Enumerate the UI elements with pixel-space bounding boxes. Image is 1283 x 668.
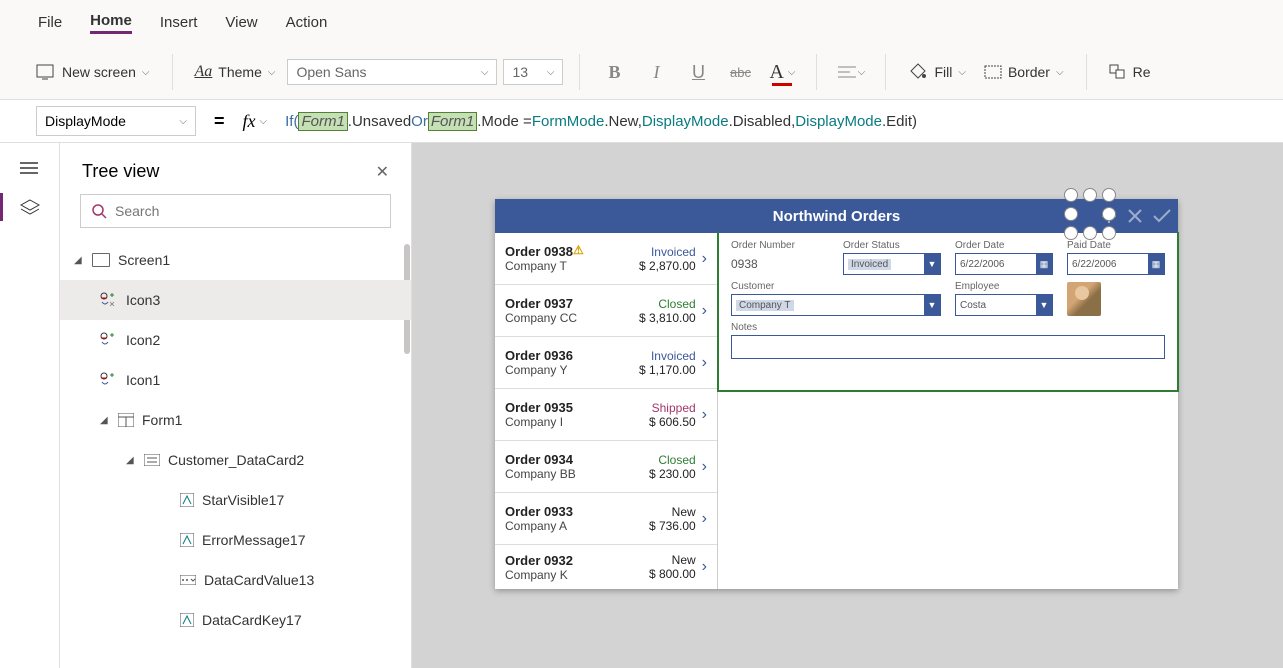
tree-item-datacardkey[interactable]: DataCardKey17	[60, 600, 411, 640]
check-icon[interactable]	[1152, 207, 1172, 225]
icon-group-icon	[100, 332, 118, 348]
ribbon: New screen ⌵ Aa Theme ⌵ Open Sans⌵ 13⌵ B…	[0, 45, 1283, 100]
screen-icon	[92, 253, 110, 267]
label-icon	[180, 613, 194, 627]
tree-item-errormessage[interactable]: ErrorMessage17	[60, 520, 411, 560]
formula-bar: DisplayMode⌵ = fx ⌵ If( Form1 .Unsaved O…	[0, 100, 1283, 143]
label-icon	[180, 533, 194, 547]
tree-item-icon3[interactable]: Icon3	[60, 280, 411, 320]
notes-input[interactable]	[731, 335, 1165, 359]
customer-label: Customer	[731, 281, 941, 292]
strike-button[interactable]: abc	[722, 54, 758, 90]
dropdown-icon	[180, 575, 196, 585]
order-row[interactable]: Order 0938⚠Company TInvoiced$ 2,870.00›	[495, 233, 717, 285]
notes-label: Notes	[731, 322, 1165, 333]
tree-item-starvisible[interactable]: StarVisible17	[60, 480, 411, 520]
chevron-right-icon: ›	[702, 458, 707, 476]
menu-view[interactable]: View	[225, 14, 257, 31]
menu-insert[interactable]: Insert	[160, 14, 198, 31]
reorder-button[interactable]: Re	[1103, 60, 1157, 84]
order-row[interactable]: Order 0933Company ANew$ 736.00›	[495, 493, 717, 545]
tree-item-icon2[interactable]: Icon2	[60, 320, 411, 360]
chevron-right-icon: ›	[702, 250, 707, 268]
new-screen-button[interactable]: New screen ⌵	[30, 60, 156, 84]
order-row[interactable]: Order 0934Company BBClosed$ 230.00›	[495, 441, 717, 493]
menu-bar: File Home Insert View Action	[0, 0, 1283, 45]
chevron-right-icon: ›	[702, 354, 707, 372]
underline-button[interactable]: U	[680, 54, 716, 90]
fill-icon	[908, 63, 928, 81]
paid-date-input[interactable]: 6/22/2006▦	[1067, 253, 1165, 275]
menu-action[interactable]: Action	[286, 14, 328, 31]
tree-item-customer-card[interactable]: ◢ Customer_DataCard2	[60, 440, 411, 480]
customer-select[interactable]: Company T▼	[731, 294, 941, 316]
align-button[interactable]: ⌵	[833, 54, 869, 90]
font-name-select[interactable]: Open Sans⌵	[287, 59, 497, 85]
tree-item-icon1[interactable]: Icon1	[60, 360, 411, 400]
label-icon	[180, 493, 194, 507]
order-row[interactable]: Order 0932Company KNew$ 800.00›	[495, 545, 717, 589]
tree-view-panel: Tree view ✕ ◢ Screen1 Icon3	[60, 143, 412, 668]
font-size-select[interactable]: 13⌵	[503, 59, 563, 85]
add-icon[interactable]	[1100, 207, 1118, 225]
hamburger-icon[interactable]	[20, 161, 40, 177]
employee-label: Employee	[955, 281, 1053, 292]
tree-item-datacardvalue[interactable]: DataCardValue13	[60, 560, 411, 600]
tree-search[interactable]	[80, 194, 391, 228]
close-icon[interactable]: ✕	[376, 162, 389, 182]
search-icon	[91, 203, 107, 219]
border-icon	[984, 65, 1002, 79]
app-title-bar: Northwind Orders	[495, 199, 1178, 233]
menu-file[interactable]: File	[38, 14, 62, 31]
screen-icon	[36, 64, 56, 80]
reorder-icon	[1109, 64, 1127, 80]
left-rail	[0, 143, 60, 668]
theme-icon: Aa	[195, 63, 213, 81]
datacard-icon	[144, 454, 160, 466]
order-gallery[interactable]: Order 0938⚠Company TInvoiced$ 2,870.00›O…	[495, 233, 718, 589]
theme-button[interactable]: Aa Theme ⌵	[189, 59, 282, 85]
bold-button[interactable]: B	[596, 54, 632, 90]
icon-group-icon	[100, 372, 118, 388]
property-select[interactable]: DisplayMode⌵	[36, 106, 196, 136]
order-row[interactable]: Order 0935Company IShipped$ 606.50›	[495, 389, 717, 441]
search-input[interactable]	[115, 203, 380, 219]
formula-input[interactable]: If( Form1 .Unsaved Or Form1 .Mode = Form…	[285, 112, 917, 131]
fx-icon[interactable]: fx	[243, 111, 256, 132]
tree-item-screen1[interactable]: ◢ Screen1	[60, 240, 411, 280]
order-row[interactable]: Order 0937Company CCClosed$ 3,810.00›	[495, 285, 717, 337]
border-button[interactable]: Border ⌵	[978, 60, 1070, 84]
order-number-label: Order Number	[731, 240, 829, 251]
chevron-right-icon: ›	[702, 406, 707, 424]
chevron-right-icon: ›	[702, 302, 707, 320]
tree-title: Tree view	[82, 161, 159, 182]
icon-group-icon	[100, 292, 118, 308]
cancel-icon[interactable]	[1126, 207, 1144, 225]
order-detail-form: Order Number 0938 Order Status Invoiced▼…	[717, 232, 1179, 392]
order-number-value: 0938	[731, 253, 829, 275]
align-icon	[838, 65, 856, 79]
app-preview: Northwind Orders Order 0938⚠Company TInv…	[495, 199, 1178, 589]
menu-home[interactable]: Home	[90, 12, 132, 34]
form-icon	[118, 413, 134, 427]
layers-icon[interactable]	[20, 199, 40, 215]
canvas[interactable]: Northwind Orders Order 0938⚠Company TInv…	[412, 143, 1283, 668]
tree-list: ◢ Screen1 Icon3 Icon2 Icon1	[60, 240, 411, 668]
equals-sign: =	[214, 111, 225, 132]
italic-button[interactable]: I	[638, 54, 674, 90]
employee-select[interactable]: Costa▼	[955, 294, 1053, 316]
font-color-button[interactable]: A ⌵	[764, 54, 800, 90]
order-status-label: Order Status	[843, 240, 941, 251]
order-status-select[interactable]: Invoiced▼	[843, 253, 941, 275]
employee-avatar	[1067, 282, 1101, 316]
chevron-right-icon: ›	[702, 510, 707, 528]
order-date-input[interactable]: 6/22/2006▦	[955, 253, 1053, 275]
tree-item-form1[interactable]: ◢ Form1	[60, 400, 411, 440]
order-row[interactable]: Order 0936Company YInvoiced$ 1,170.00›	[495, 337, 717, 389]
order-date-label: Order Date	[955, 240, 1053, 251]
paid-date-label: Paid Date	[1067, 240, 1165, 251]
fill-button[interactable]: Fill ⌵	[902, 59, 971, 85]
chevron-right-icon: ›	[702, 558, 707, 576]
